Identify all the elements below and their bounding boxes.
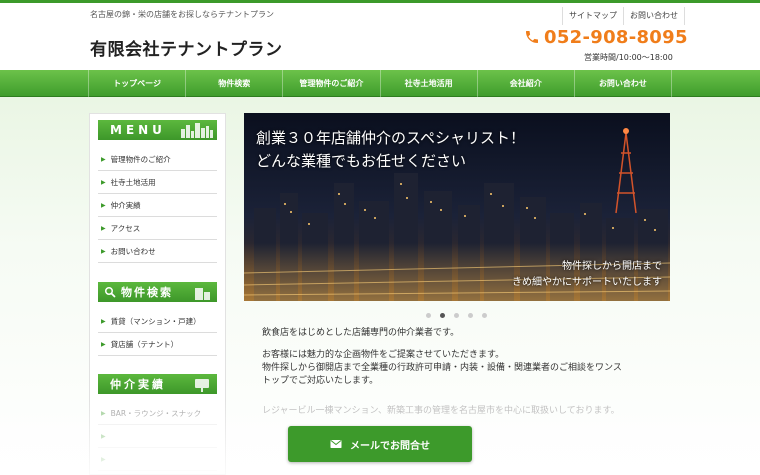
chevron-right-icon: ▶ — [101, 455, 106, 463]
email-contact-label: メールでお問合せ — [350, 440, 430, 452]
intro-line: 物件探しから御開店まで全業種の行政許可申請・内装・設備・関連業者のご相談をワンス — [262, 363, 622, 373]
sidebar-item-label: アクセス — [110, 223, 141, 233]
chevron-right-icon: ▶ — [101, 340, 106, 348]
sidebar-item-label: 社寺土地活用 — [110, 177, 156, 187]
pagination-dot[interactable] — [482, 313, 487, 318]
company-logo-text[interactable]: 有限会社テナントプラン — [90, 35, 283, 60]
pagination-dot[interactable] — [426, 313, 431, 318]
phone-icon — [526, 31, 538, 43]
search-icon — [105, 287, 116, 298]
slide-headline-line: どんな業種でもお任せください — [256, 152, 467, 170]
slide-subtext-line: きめ細やかにサポートいたします — [512, 277, 662, 288]
menu-heading-label: MENU — [110, 123, 166, 137]
sidebar-results-list: ▶ BAR・ラウンジ・スナック ▶ ▶ — [98, 402, 217, 471]
sidebar-item-faded[interactable]: ▶ — [98, 448, 217, 471]
sidebar-item-label: 貸店舗（テナント） — [110, 339, 179, 349]
sitemap-link[interactable]: サイトマップ — [562, 7, 623, 25]
email-contact-button[interactable]: メールでお問合せ — [288, 426, 472, 462]
sidebar-item-faded[interactable]: ▶ — [98, 425, 217, 448]
sidebar-item-label: お問い合わせ — [110, 246, 156, 256]
sidebar-item-label: BAR・ラウンジ・スナック — [110, 408, 202, 418]
sidebar-results-heading: 仲介実績 — [98, 374, 217, 394]
city-skyline-icon — [181, 123, 213, 138]
nav-item-property-search[interactable]: 物件検索 — [185, 70, 282, 97]
header-links: サイトマップ お問い合わせ — [562, 7, 685, 25]
pagination-dot[interactable] — [468, 313, 473, 318]
tagline: 名古屋の錦・栄の店舗をお探しならテナントプラン — [90, 10, 274, 19]
pagination-dot[interactable] — [440, 313, 445, 318]
slide-headline-line: 創業３０年店舗仲介のスペシャリスト！ — [256, 129, 525, 147]
intro-line: トップでご対応いたします。 — [262, 376, 379, 386]
nav-item-managed-properties[interactable]: 管理物件のご紹介 — [282, 70, 379, 97]
chevron-right-icon: ▶ — [101, 432, 106, 440]
sidebar-menu-list: ▶ 管理物件のご紹介 ▶ 社寺土地活用 ▶ 仲介実績 ▶ アクセス ▶ お問い合わせ — [98, 148, 217, 263]
intro-faded-text: レジャービル一棟マンション、新築工事の管理を名古屋市を中心に取扱いしております。 — [262, 406, 620, 416]
sidebar-item-access[interactable]: ▶ アクセス — [98, 217, 217, 240]
intro-text: 飲食店をはじめとした店舗専門の仲介業者です。 お客様には魅力的な企画物件をご提案… — [262, 327, 662, 397]
intro-line: お客様には魅力的な企画物件をご提案させていただきます。 — [262, 350, 505, 360]
slider-pagination — [426, 313, 496, 318]
sidebar-item-label: 仲介実績 — [110, 200, 141, 210]
intro-paragraph: 飲食店をはじめとした店舗専門の仲介業者です。 — [262, 328, 460, 338]
sidebar-search-heading: 物件検索 — [98, 282, 217, 302]
chevron-right-icon: ▶ — [101, 224, 106, 232]
nav-item-temple-land[interactable]: 社寺土地活用 — [379, 70, 477, 97]
sidebar-search-list: ▶ 賃貸（マンション・戸建） ▶ 貸店舗（テナント） — [98, 310, 217, 356]
sidebar-menu-heading: MENU — [98, 120, 217, 140]
nav-item-contact[interactable]: お問い合わせ — [573, 70, 673, 97]
chevron-right-icon: ▶ — [101, 178, 106, 186]
chevron-right-icon: ▶ — [101, 409, 106, 417]
business-hours: 営業時間/10:00～18:00 — [584, 53, 673, 62]
intro-paragraph: お客様には魅力的な企画物件をご提案させていただきます。 物件探しから御開店まで全… — [262, 349, 662, 388]
sidebar-item-managed-properties[interactable]: ▶ 管理物件のご紹介 — [98, 148, 217, 171]
chevron-right-icon: ▶ — [101, 247, 106, 255]
chevron-right-icon: ▶ — [101, 317, 106, 325]
sidebar-item-contact[interactable]: ▶ お問い合わせ — [98, 240, 217, 263]
sidebar-item-label: 賃貸（マンション・戸建） — [110, 316, 201, 326]
search-heading-label: 物件検索 — [121, 286, 173, 299]
global-nav: トップページ 物件検索 管理物件のご紹介 社寺土地活用 会社紹介 お問い合わせ — [0, 70, 760, 97]
nav-item-top[interactable]: トップページ — [88, 70, 185, 97]
chevron-right-icon: ▶ — [101, 201, 106, 209]
sidebar-item-bar-lounge[interactable]: ▶ BAR・ラウンジ・スナック — [98, 402, 217, 425]
sidebar-item-rental-residential[interactable]: ▶ 賃貸（マンション・戸建） — [98, 310, 217, 333]
phone-number-text: 052-908-8095 — [544, 26, 688, 48]
chevron-right-icon: ▶ — [101, 155, 106, 163]
slide-subtext-line: 物件探しから開店まで — [562, 261, 662, 272]
slide-subtext: 物件探しから開店まで きめ細やかにサポートいたします — [512, 259, 662, 291]
pagination-dot[interactable] — [454, 313, 459, 318]
phone-number[interactable]: 052-908-8095 — [524, 24, 688, 50]
mail-icon — [330, 440, 342, 448]
signboard-icon — [195, 379, 209, 392]
results-heading-label: 仲介実績 — [110, 378, 166, 391]
building-icon — [195, 288, 210, 300]
nav-item-company[interactable]: 会社紹介 — [476, 70, 574, 97]
sidebar-item-rental-store[interactable]: ▶ 貸店舗（テナント） — [98, 333, 217, 356]
sidebar-item-label: 管理物件のご紹介 — [110, 154, 171, 164]
sidebar-item-results[interactable]: ▶ 仲介実績 — [98, 194, 217, 217]
sidebar-item-temple-land[interactable]: ▶ 社寺土地活用 — [98, 171, 217, 194]
site-header: 名古屋の錦・栄の店舗をお探しならテナントプラン 有限会社テナントプラン サイトマ… — [0, 3, 760, 70]
slide-headline: 創業３０年店舗仲介のスペシャリスト！ どんな業種でもお任せください — [256, 127, 525, 173]
sidebar: MENU ▶ 管理物件のご紹介 ▶ 社寺土地活用 ▶ 仲介実績 ▶ アクセス ▶ お問い合… — [89, 113, 226, 475]
hero-slider[interactable]: 創業３０年店舗仲介のスペシャリスト！ どんな業種でもお任せください 物件探しから… — [244, 113, 670, 301]
contact-link[interactable]: お問い合わせ — [623, 7, 685, 25]
